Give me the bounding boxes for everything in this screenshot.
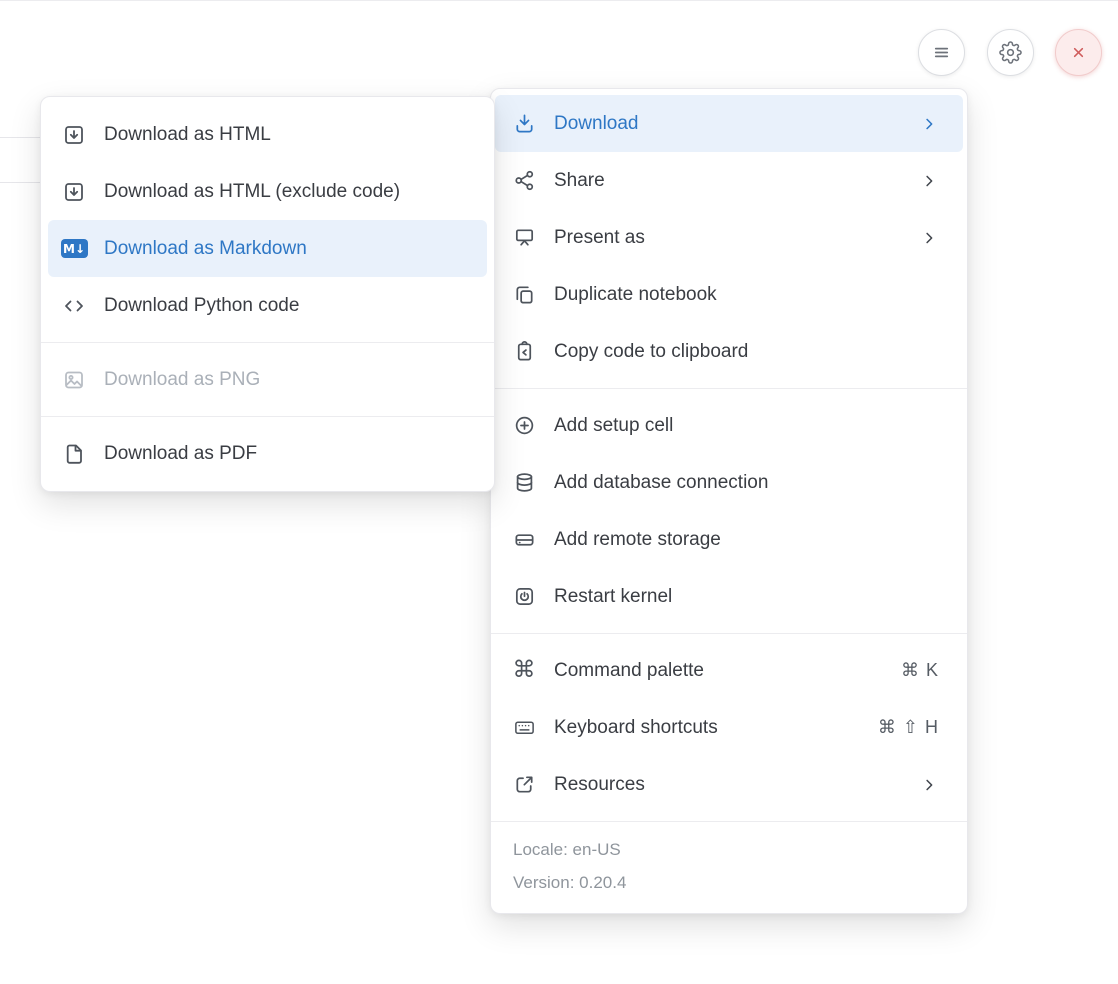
- database-icon: [511, 470, 537, 496]
- submenu-item-download-html-exclude-code[interactable]: Download as HTML (exclude code): [48, 163, 487, 220]
- chevron-right-icon: [919, 171, 939, 191]
- menu-item-label: Keyboard shortcuts: [554, 717, 878, 739]
- menu-item-add-setup-cell[interactable]: Add setup cell: [495, 397, 963, 454]
- present-icon: [511, 225, 537, 251]
- submenu-item-download-python-code[interactable]: Download Python code: [48, 277, 487, 334]
- menu-item-resources[interactable]: Resources: [495, 756, 963, 813]
- duplicate-icon: [511, 282, 537, 308]
- menu-item-present-as[interactable]: Present as: [495, 209, 963, 266]
- markdown-icon: M↓: [60, 236, 88, 262]
- download-box-icon: [60, 179, 88, 205]
- menu-item-command-palette[interactable]: ⌘ Command palette ⌘ K: [495, 642, 963, 699]
- chevron-right-icon: [919, 775, 939, 795]
- background-cell-fragment: [0, 137, 40, 183]
- menu-item-copy-code[interactable]: Copy code to clipboard: [495, 323, 963, 380]
- locale-text: Locale: en-US: [513, 833, 945, 866]
- menu-item-label: Add database connection: [554, 472, 939, 494]
- settings-button[interactable]: [987, 29, 1034, 76]
- close-button[interactable]: [1055, 29, 1102, 76]
- notebook-actions-menu: Download Share Present as Duplicate note…: [490, 88, 968, 914]
- menu-item-restart-kernel[interactable]: Restart kernel: [495, 568, 963, 625]
- keyboard-icon: [511, 715, 537, 741]
- menu-item-label: Present as: [554, 227, 919, 249]
- gear-icon: [999, 41, 1022, 64]
- menu-separator: [491, 633, 967, 634]
- submenu-item-label: Download Python code: [104, 295, 471, 317]
- menu-separator: [41, 342, 494, 343]
- submenu-item-download-pdf[interactable]: Download as PDF: [48, 425, 487, 482]
- image-icon: [60, 367, 88, 393]
- menu-item-label: Download: [554, 113, 919, 135]
- submenu-item-download-markdown[interactable]: M↓ Download as Markdown: [48, 220, 487, 277]
- code-icon: [60, 293, 88, 319]
- menu-item-label: Add remote storage: [554, 529, 939, 551]
- menu-item-label: Share: [554, 170, 919, 192]
- menu-item-label: Resources: [554, 774, 919, 796]
- submenu-item-download-png: Download as PNG: [48, 351, 487, 408]
- external-link-icon: [511, 772, 537, 798]
- file-icon: [60, 441, 88, 467]
- menu-item-label: Restart kernel: [554, 586, 939, 608]
- storage-drive-icon: [511, 527, 537, 553]
- submenu-item-label: Download as PDF: [104, 443, 471, 465]
- share-icon: [511, 168, 537, 194]
- chevron-right-icon: [919, 114, 939, 134]
- menu-item-duplicate-notebook[interactable]: Duplicate notebook: [495, 266, 963, 323]
- menu-item-label: Command palette: [554, 660, 901, 682]
- restart-kernel-icon: [511, 584, 537, 610]
- close-icon: [1067, 41, 1090, 64]
- menu-separator: [41, 416, 494, 417]
- window-top-edge: [0, 0, 1118, 1]
- menu-item-add-remote-storage[interactable]: Add remote storage: [495, 511, 963, 568]
- menu-separator: [491, 388, 967, 389]
- shortcut-hint: ⌘ ⇧ H: [878, 717, 939, 738]
- submenu-item-label: Download as PNG: [104, 369, 471, 391]
- menu-item-label: Add setup cell: [554, 415, 939, 437]
- command-icon: ⌘: [511, 658, 537, 684]
- chevron-right-icon: [919, 228, 939, 248]
- menu-item-share[interactable]: Share: [495, 152, 963, 209]
- add-circle-icon: [511, 413, 537, 439]
- download-icon: [511, 111, 537, 137]
- menu-footer: Locale: en-US Version: 0.20.4: [491, 821, 967, 913]
- menu-item-download[interactable]: Download: [495, 95, 963, 152]
- menu-item-label: Copy code to clipboard: [554, 341, 939, 363]
- menu-item-add-database-connection[interactable]: Add database connection: [495, 454, 963, 511]
- submenu-item-label: Download as HTML (exclude code): [104, 181, 471, 203]
- notebook-menu-button[interactable]: [918, 29, 965, 76]
- version-text: Version: 0.20.4: [513, 866, 945, 899]
- submenu-item-label: Download as Markdown: [104, 238, 471, 260]
- menu-item-label: Duplicate notebook: [554, 284, 939, 306]
- download-submenu: Download as HTML Download as HTML (exclu…: [40, 96, 495, 492]
- submenu-item-download-html[interactable]: Download as HTML: [48, 106, 487, 163]
- menu-item-keyboard-shortcuts[interactable]: Keyboard shortcuts ⌘ ⇧ H: [495, 699, 963, 756]
- hamburger-icon: [930, 41, 953, 64]
- shortcut-hint: ⌘ K: [901, 660, 939, 681]
- submenu-item-label: Download as HTML: [104, 124, 471, 146]
- download-box-icon: [60, 122, 88, 148]
- copy-clipboard-icon: [511, 339, 537, 365]
